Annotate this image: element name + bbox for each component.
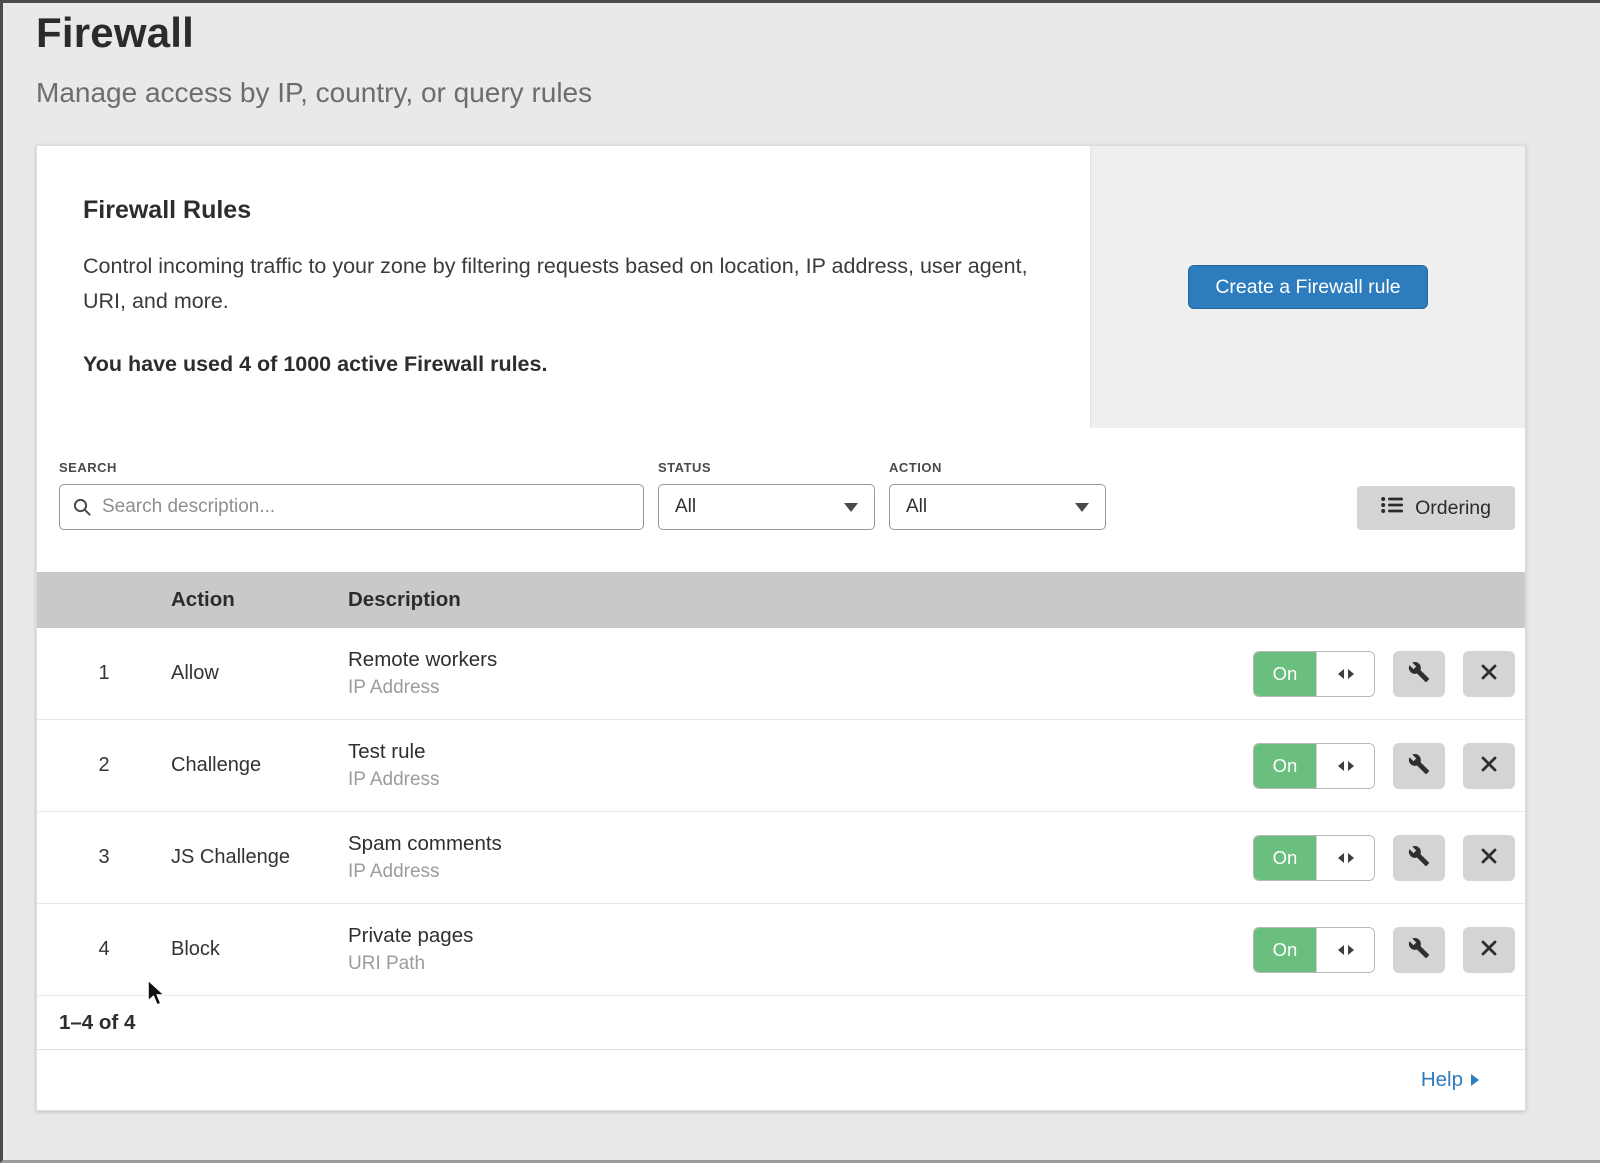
close-icon xyxy=(1480,939,1498,960)
rule-priority: 3 xyxy=(37,846,171,869)
rule-enabled-toggle[interactable]: On xyxy=(1253,835,1375,881)
rule-enabled-toggle[interactable]: On xyxy=(1253,743,1375,789)
table-row: 2 Challenge Test rule IP Address On xyxy=(37,720,1525,812)
create-firewall-rule-button[interactable]: Create a Firewall rule xyxy=(1188,265,1427,309)
toggle-on-label[interactable]: On xyxy=(1254,928,1316,972)
search-input[interactable] xyxy=(59,484,644,530)
delete-rule-button[interactable] xyxy=(1463,743,1515,789)
status-select[interactable]: All xyxy=(658,484,875,530)
close-icon xyxy=(1480,755,1498,776)
panel-heading: Firewall Rules xyxy=(83,196,1030,225)
delete-rule-button[interactable] xyxy=(1463,835,1515,881)
delete-rule-button[interactable] xyxy=(1463,927,1515,973)
ordering-button[interactable]: Ordering xyxy=(1357,486,1515,530)
status-selected-value: All xyxy=(675,496,696,518)
card-footer: Help xyxy=(37,1050,1525,1110)
action-label: ACTION xyxy=(889,460,1106,475)
rule-action: Allow xyxy=(171,662,348,685)
action-filter-group: ACTION All xyxy=(875,460,1106,530)
chevron-down-icon xyxy=(1075,503,1089,512)
rule-description-cell: Spam comments IP Address xyxy=(348,832,1253,883)
intro-text-block: Firewall Rules Control incoming traffic … xyxy=(37,146,1090,428)
edit-rule-button[interactable] xyxy=(1393,835,1445,881)
search-icon xyxy=(72,497,92,517)
toggle-on-label[interactable]: On xyxy=(1254,744,1316,788)
rule-description-cell: Remote workers IP Address xyxy=(348,648,1253,699)
rule-match-type: IP Address xyxy=(348,769,1253,791)
rule-description-cell: Test rule IP Address xyxy=(348,740,1253,791)
chevron-down-icon xyxy=(844,503,858,512)
toggle-on-label[interactable]: On xyxy=(1254,836,1316,880)
table-row: 3 JS Challenge Spam comments IP Address … xyxy=(37,812,1525,904)
toggle-arrows-icon[interactable] xyxy=(1316,836,1374,880)
table-row: 4 Block Private pages URI Path On xyxy=(37,904,1525,996)
search-label: SEARCH xyxy=(59,460,644,475)
toggle-on-label[interactable]: On xyxy=(1254,652,1316,696)
header-action-column: Action xyxy=(171,588,348,612)
search-box xyxy=(59,484,644,530)
help-link[interactable]: Help xyxy=(1421,1068,1479,1092)
rule-priority: 2 xyxy=(37,754,171,777)
edit-rule-button[interactable] xyxy=(1393,927,1445,973)
rule-match-type: URI Path xyxy=(348,953,1253,975)
action-selected-value: All xyxy=(906,496,927,518)
rule-controls: On xyxy=(1253,927,1525,973)
rule-controls: On xyxy=(1253,835,1525,881)
wrench-icon xyxy=(1408,661,1430,686)
rule-priority: 4 xyxy=(37,938,171,961)
toggle-arrows-icon[interactable] xyxy=(1316,744,1374,788)
close-icon xyxy=(1480,847,1498,868)
filter-bar: SEARCH STATUS All ACTION All xyxy=(37,428,1525,572)
pagination-status: 1–4 of 4 xyxy=(37,996,1525,1050)
action-select[interactable]: All xyxy=(889,484,1106,530)
wrench-icon xyxy=(1408,753,1430,778)
firewall-rules-intro: Firewall Rules Control incoming traffic … xyxy=(37,146,1525,428)
edit-rule-button[interactable] xyxy=(1393,651,1445,697)
status-label: STATUS xyxy=(658,460,875,475)
rule-match-type: IP Address xyxy=(348,861,1253,883)
rule-description: Private pages xyxy=(348,924,1253,948)
create-rule-panel: Create a Firewall rule xyxy=(1090,146,1525,428)
wrench-icon xyxy=(1408,937,1430,962)
firewall-rules-card: Firewall Rules Control incoming traffic … xyxy=(36,145,1526,1111)
rules-usage-count: You have used 4 of 1000 active Firewall … xyxy=(83,352,1030,377)
page-header: Firewall Manage access by IP, country, o… xyxy=(3,3,1600,109)
rule-action: Block xyxy=(171,938,348,961)
rule-controls: On xyxy=(1253,651,1525,697)
rule-description: Remote workers xyxy=(348,648,1253,672)
page-subtitle: Manage access by IP, country, or query r… xyxy=(36,77,1600,109)
rule-description: Spam comments xyxy=(348,832,1253,856)
delete-rule-button[interactable] xyxy=(1463,651,1515,697)
table-header: Action Description xyxy=(37,572,1525,628)
rule-description: Test rule xyxy=(348,740,1253,764)
help-link-label: Help xyxy=(1421,1068,1463,1092)
ordering-button-label: Ordering xyxy=(1415,497,1491,520)
panel-description: Control incoming traffic to your zone by… xyxy=(83,249,1030,320)
rule-action: JS Challenge xyxy=(171,846,348,869)
rule-enabled-toggle[interactable]: On xyxy=(1253,927,1375,973)
rule-match-type: IP Address xyxy=(348,677,1253,699)
wrench-icon xyxy=(1408,845,1430,870)
toggle-arrows-icon[interactable] xyxy=(1316,928,1374,972)
ordered-list-icon xyxy=(1381,496,1403,520)
header-description-column: Description xyxy=(348,588,1525,612)
rule-enabled-toggle[interactable]: On xyxy=(1253,651,1375,697)
page-title: Firewall xyxy=(36,9,1600,57)
rule-controls: On xyxy=(1253,743,1525,789)
arrow-right-icon xyxy=(1471,1074,1479,1086)
rule-priority: 1 xyxy=(37,662,171,685)
rule-description-cell: Private pages URI Path xyxy=(348,924,1253,975)
search-filter-group: SEARCH xyxy=(59,460,644,530)
edit-rule-button[interactable] xyxy=(1393,743,1445,789)
table-row: 1 Allow Remote workers IP Address On xyxy=(37,628,1525,720)
rule-action: Challenge xyxy=(171,754,348,777)
close-icon xyxy=(1480,663,1498,684)
toggle-arrows-icon[interactable] xyxy=(1316,652,1374,696)
status-filter-group: STATUS All xyxy=(644,460,875,530)
